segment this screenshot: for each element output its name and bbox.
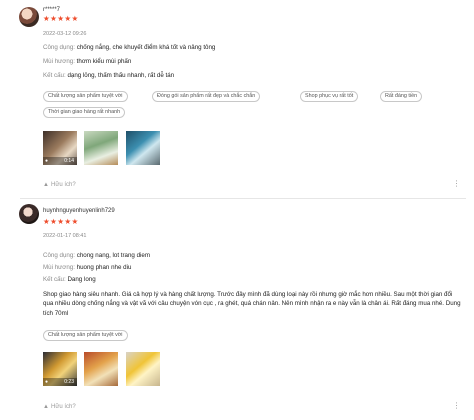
attribute-value: chong nang, lot trang diem	[76, 252, 151, 259]
attribute-value: Dang long	[67, 276, 96, 283]
tag-chip: Đóng gói sản phẩm rất đẹp và chắc chắn	[152, 91, 261, 102]
thumbs-up-icon: ▲	[43, 404, 49, 410]
video-camera-icon: ●	[45, 158, 49, 164]
attribute-scent: Mùi hương: huong phan nhe diu	[43, 264, 131, 271]
tag-chip: Thời gian giao hàng rất nhanh	[43, 107, 126, 118]
attribute-label: Công dụng:	[43, 252, 75, 259]
thumbs-up-icon: ▲	[43, 182, 49, 188]
review-item: huynhnguyenhuyenlinh729 ★★★★★ 2022-01-17…	[0, 200, 474, 420]
more-options-icon[interactable]: ⋮	[453, 402, 461, 410]
reviewer-username: huynhnguyenhuyenlinh729	[43, 208, 115, 214]
review-image-thumbnail[interactable]	[126, 131, 160, 165]
tag-chip: Chất lượng sản phẩm tuyệt vời	[43, 91, 128, 102]
attribute-texture: Kết cấu: Dang long	[43, 276, 96, 283]
video-duration: 0:23	[64, 379, 74, 385]
review-item: r*****7 ★★★★★ 2022-03-12 09:26 Công dụng…	[0, 0, 474, 198]
attribute-label: Mùi hương:	[43, 58, 75, 65]
review-date: 2022-03-12 09:26	[43, 31, 87, 37]
tag-chip: Rất đáng tiền	[380, 91, 423, 102]
attribute-effect: Công dụng: chong nang, lot trang diem	[43, 252, 150, 259]
review-comment: Shop giao hàng siêu nhanh. Giá cả hợp lý…	[43, 291, 461, 317]
video-duration: 0:14	[64, 158, 74, 164]
rating-stars: ★★★★★	[43, 14, 79, 23]
attribute-label: Kết cấu:	[43, 72, 66, 79]
review-divider	[20, 198, 466, 199]
attribute-effect: Công dụng: chống nắng, che khuyết điểm k…	[43, 44, 215, 51]
avatar[interactable]	[19, 204, 39, 224]
video-camera-icon: ●	[45, 379, 49, 385]
attribute-label: Công dụng:	[43, 44, 75, 51]
review-video-thumbnail[interactable]: ● 0:14	[43, 131, 77, 165]
more-options-icon[interactable]: ⋮	[453, 180, 461, 188]
helpful-button[interactable]: ▲ Hữu ích?	[43, 404, 76, 410]
attribute-label: Kết cấu:	[43, 276, 66, 283]
helpful-label: Hữu ích?	[51, 404, 76, 410]
attribute-value: huong phan nhe diu	[76, 264, 132, 271]
attribute-value: chống nắng, che khuyết điểm khá tốt và n…	[76, 44, 216, 51]
attribute-label: Mùi hương:	[43, 264, 75, 271]
helpful-label: Hữu ích?	[51, 182, 76, 188]
avatar[interactable]	[19, 7, 39, 27]
tag-chip: Chất lượng sản phẩm tuyệt vời	[43, 330, 128, 341]
review-image-thumbnail[interactable]	[84, 352, 118, 386]
helpful-button[interactable]: ▲ Hữu ích?	[43, 182, 76, 188]
review-video-thumbnail[interactable]: ● 0:23	[43, 352, 77, 386]
review-image-thumbnail[interactable]	[84, 131, 118, 165]
attribute-value: thơm kiểu mùi phấn	[76, 58, 132, 65]
reviewer-username: r*****7	[43, 7, 61, 13]
attribute-texture: Kết cấu: dạng lỏng, thấm thấu nhanh, rất…	[43, 72, 174, 79]
attribute-value: dạng lỏng, thấm thấu nhanh, rất dễ tán	[67, 72, 175, 79]
tag-chip: Shop phục vụ rất tốt	[300, 91, 359, 102]
rating-stars: ★★★★★	[43, 217, 79, 226]
review-image-thumbnail[interactable]	[126, 352, 160, 386]
attribute-scent: Mùi hương: thơm kiểu mùi phấn	[43, 58, 131, 65]
review-date: 2022-01-17 08:41	[43, 233, 87, 239]
